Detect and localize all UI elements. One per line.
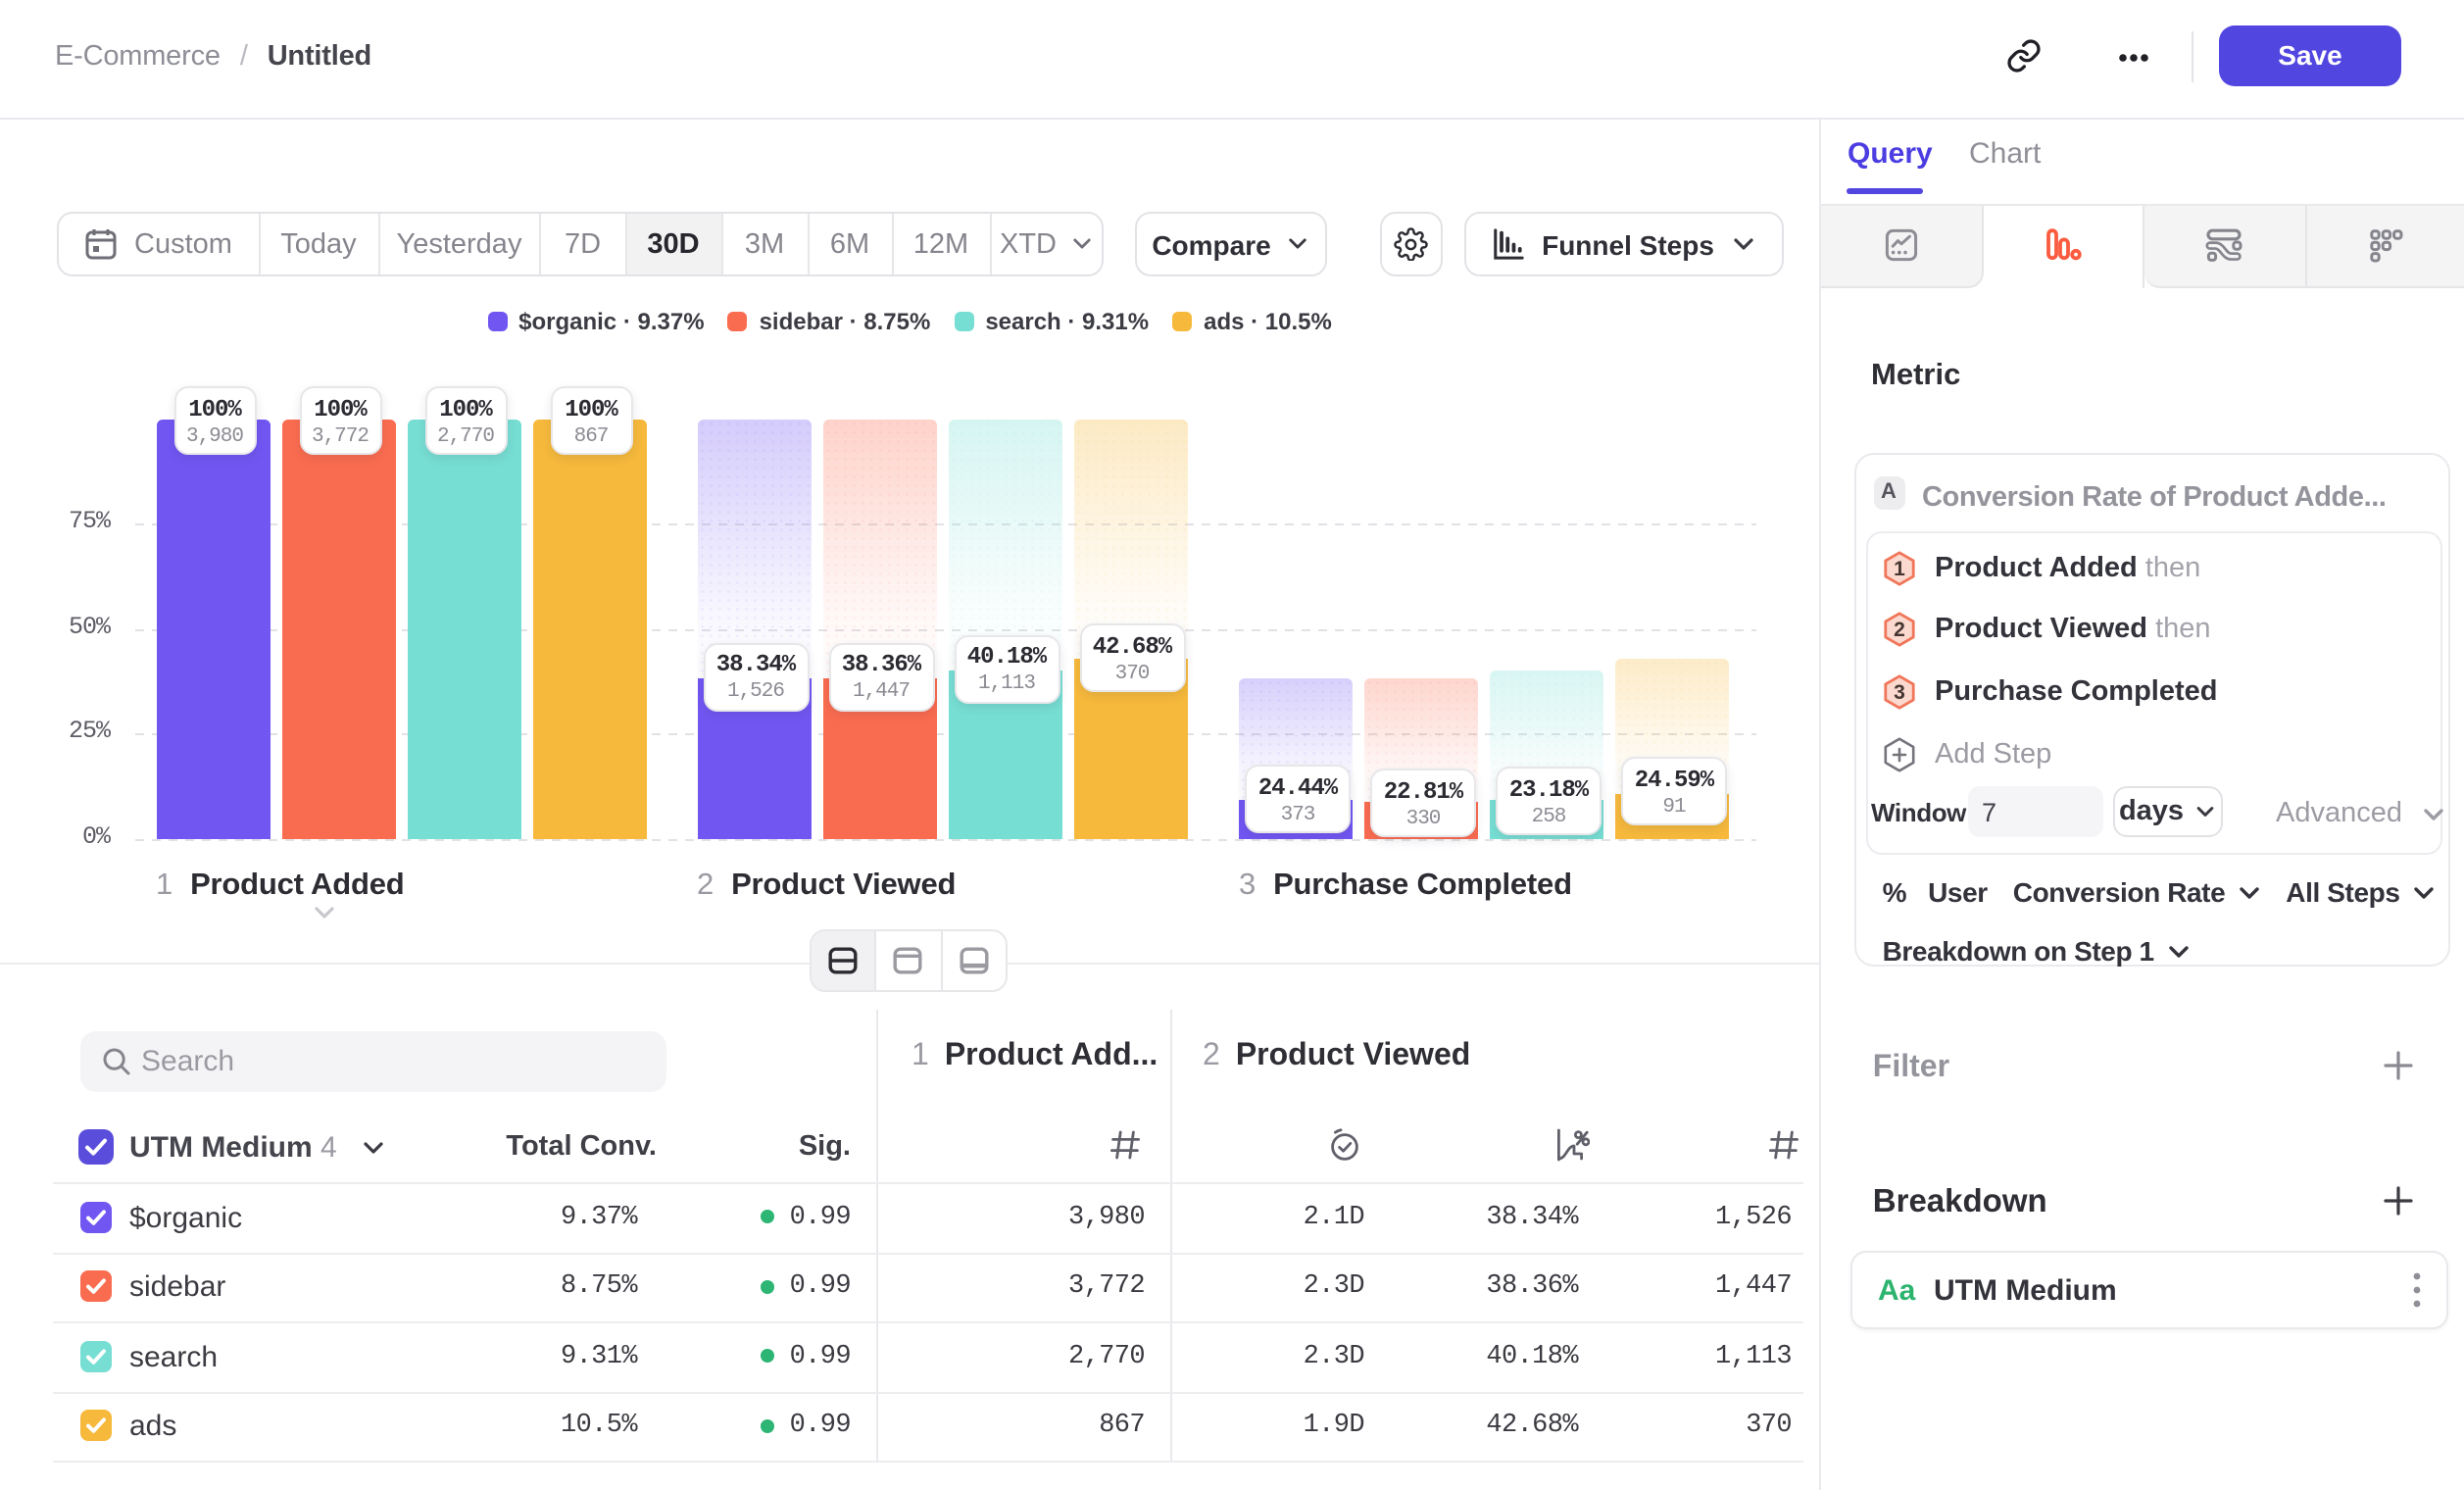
svg-text:2: 2 xyxy=(1893,620,1904,642)
svg-text:1: 1 xyxy=(1893,557,1904,579)
svg-text:3: 3 xyxy=(1893,681,1904,704)
